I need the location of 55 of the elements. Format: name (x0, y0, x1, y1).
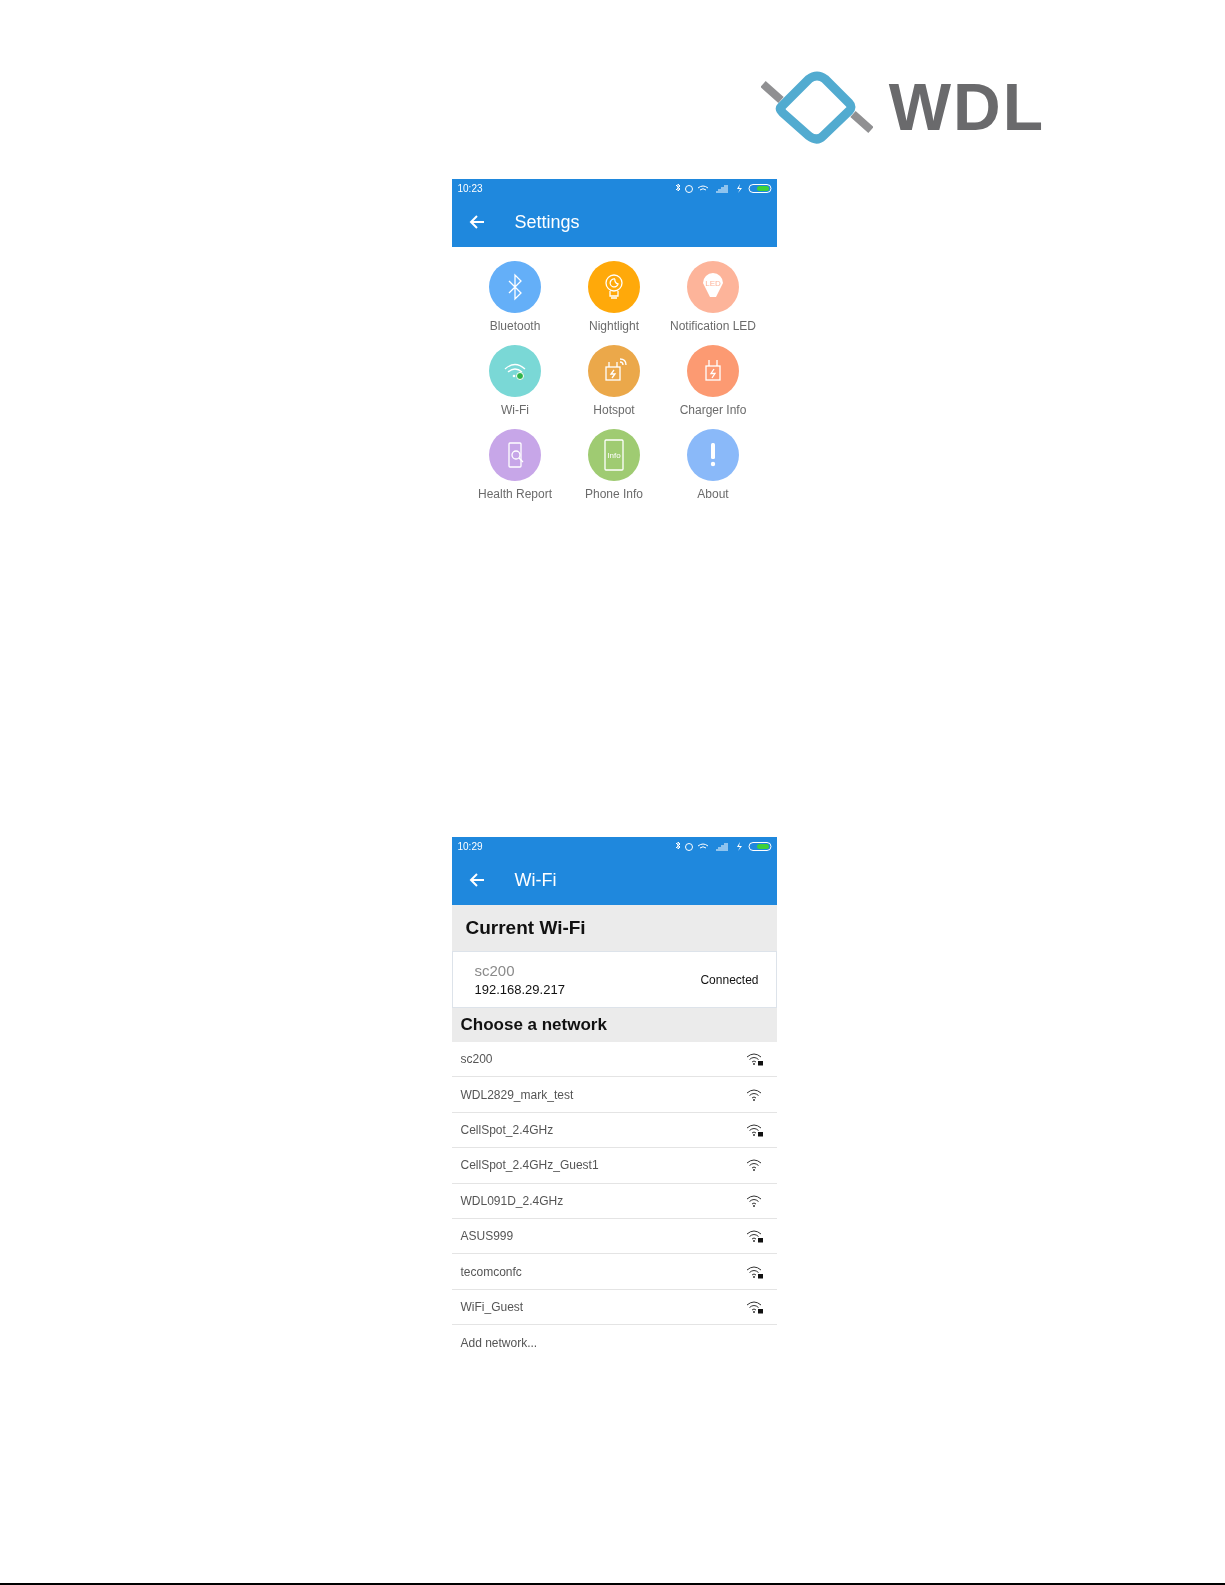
section-heading: Choose a network (451, 1008, 777, 1042)
settings-label[interactable]: Charger Info (679, 403, 747, 417)
status-time: 10:23 (457, 182, 483, 194)
settings-label[interactable]: Bluetooth (489, 319, 541, 333)
locked-wifi-icon (745, 1122, 764, 1137)
about-icon[interactable] (687, 429, 739, 481)
status-time: 10:29 (457, 840, 483, 852)
locked-wifi-icon (745, 1299, 764, 1314)
network-name: sc200 (474, 962, 516, 979)
wifi-icon[interactable] (489, 345, 541, 397)
section-heading: Current Wi-Fi (451, 905, 777, 951)
bluetooth-icon[interactable] (489, 261, 541, 313)
network-name: WDL2829_mark_test (460, 1087, 574, 1102)
network-row[interactable]: tecomconfc (451, 1254, 777, 1290)
network-row[interactable]: WDL091D_2.4GHz (451, 1183, 777, 1219)
network-row[interactable]: sc200 (451, 1042, 777, 1078)
back-arrow-icon[interactable] (468, 215, 485, 229)
network-name: CellSpot_2.4GHz (460, 1122, 554, 1137)
screen-title: Settings (514, 211, 580, 233)
network-row[interactable]: ASUS999 (451, 1218, 777, 1255)
locked-wifi-icon (745, 1052, 764, 1067)
locked-wifi-icon (745, 1264, 764, 1279)
settings-label[interactable]: Hotspot (593, 403, 635, 417)
network-name: sc200 (460, 1052, 493, 1067)
add-network-link[interactable]: Add network... (460, 1335, 538, 1350)
wifi-icon (745, 1158, 764, 1173)
network-row[interactable]: CellSpot_2.4GHz (451, 1112, 777, 1149)
screen-title: Wi-Fi (514, 869, 557, 891)
logo-text: WDL (888, 74, 1045, 140)
locked-wifi-icon (745, 1229, 764, 1244)
current-network-card[interactable]: sc200 192.168.29.217 Connected (451, 951, 777, 1008)
network-name: WDL091D_2.4GHz (460, 1193, 564, 1208)
wifi-icon (745, 1087, 764, 1102)
settings-label[interactable]: Wi-Fi (501, 403, 529, 417)
network-row[interactable]: WiFi_Guest (451, 1289, 777, 1326)
network-name: ASUS999 (460, 1229, 514, 1244)
settings-label[interactable]: Phone Info (584, 487, 644, 501)
health-icon[interactable] (489, 429, 541, 481)
network-row[interactable]: WDL2829_mark_test (451, 1077, 777, 1113)
wifi-icon (745, 1193, 764, 1208)
network-name: tecomconfc (460, 1264, 522, 1279)
logo-icon (760, 70, 873, 144)
bulb-icon[interactable] (588, 261, 640, 313)
network-name: WiFi_Guest (460, 1299, 524, 1314)
network-name: CellSpot_2.4GHz_Guest1 (460, 1158, 599, 1173)
settings-label[interactable]: About (697, 487, 729, 501)
settings-label[interactable]: Health Report (477, 487, 552, 501)
ip-address: 192.168.29.217 (474, 982, 565, 997)
back-arrow-icon[interactable] (468, 873, 485, 887)
charger-icon[interactable] (687, 345, 739, 397)
network-row[interactable]: CellSpot_2.4GHz_Guest1 (451, 1148, 777, 1184)
settings-label[interactable]: Nightlight (589, 319, 639, 333)
hotspot-icon[interactable] (588, 345, 640, 397)
settings-label[interactable]: Notification LED (669, 319, 756, 333)
connection-status: Connected (700, 972, 759, 987)
